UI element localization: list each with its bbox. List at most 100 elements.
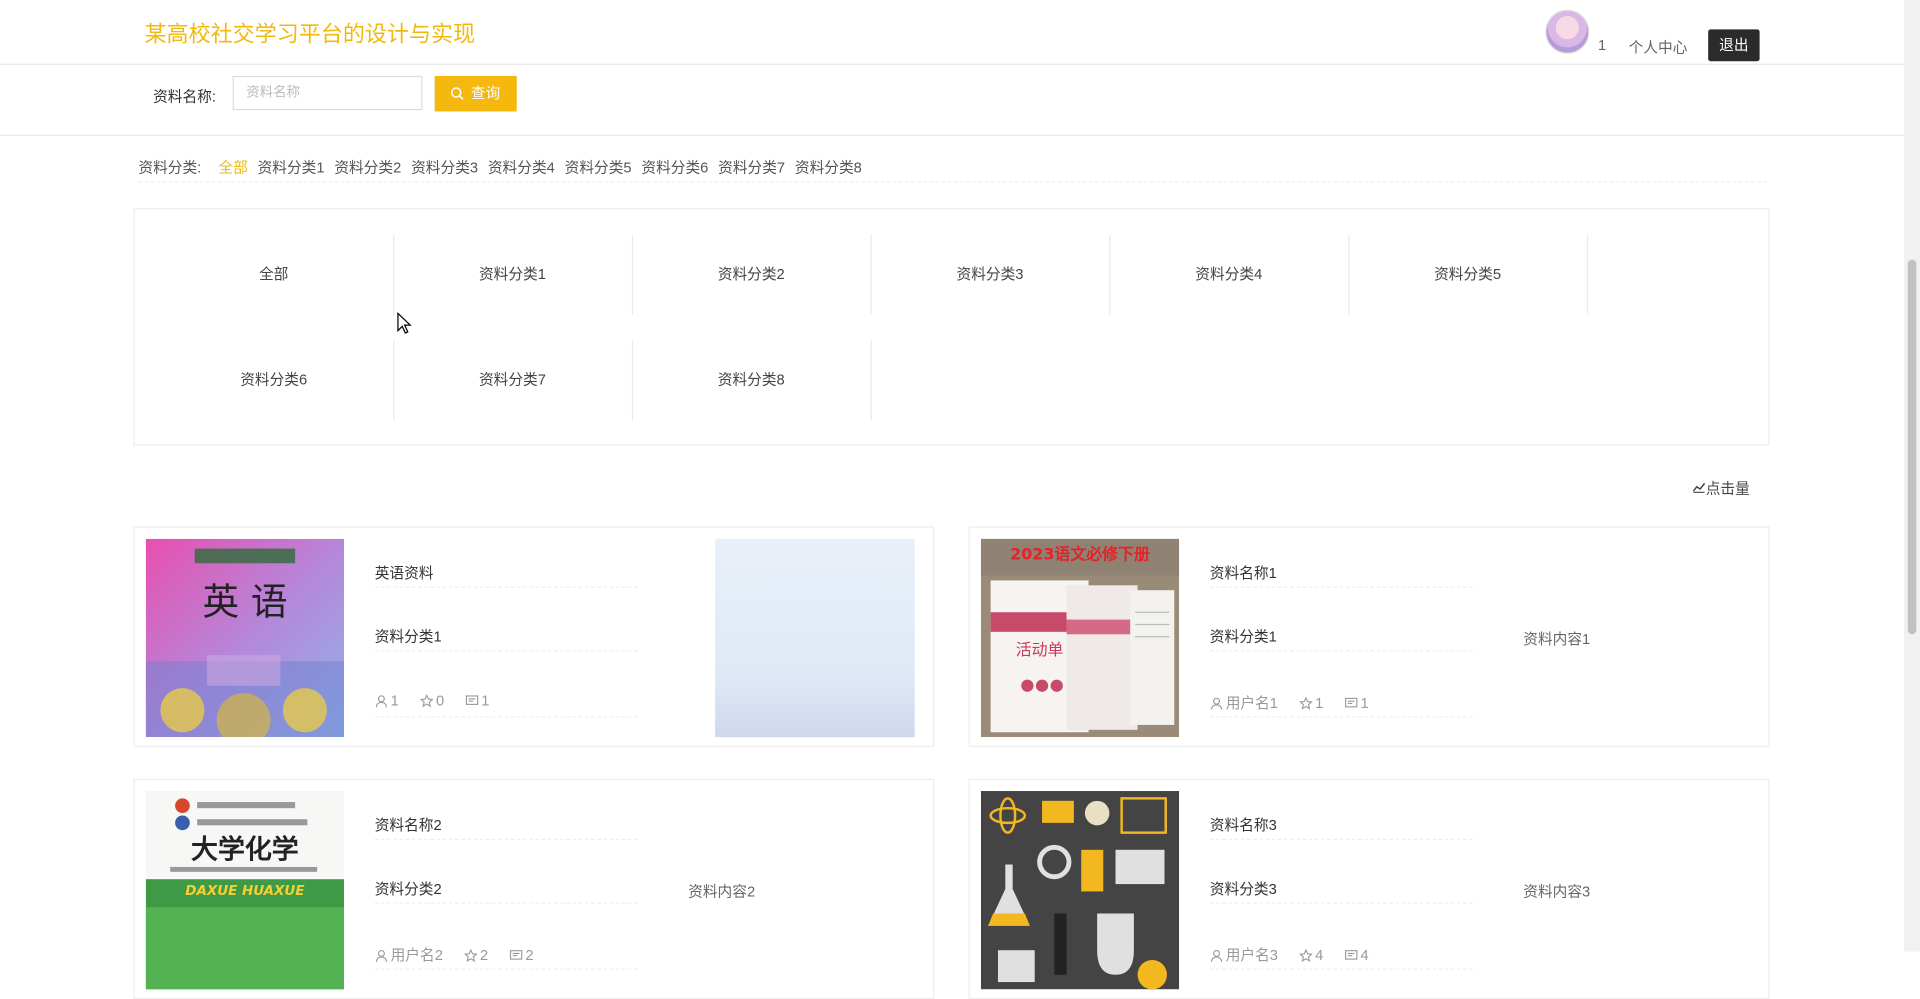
favorite-count: 1: [1315, 694, 1324, 712]
category-filter-1[interactable]: 资料分类1: [258, 159, 325, 176]
resource-card[interactable]: 资料名称3 资料分类3 用户名3 4 4 资料内容3: [968, 778, 1770, 999]
comment-count: 4: [1360, 946, 1369, 964]
avatar[interactable]: [1545, 9, 1590, 54]
resource-meta: 1 0 1: [374, 691, 638, 718]
user-center-link[interactable]: 个人中心: [1629, 37, 1688, 58]
mouse-cursor-icon: [397, 312, 412, 334]
category-filter-3[interactable]: 资料分类3: [411, 159, 478, 176]
resource-card[interactable]: 英 语 英语资料 资料分类1 1 0 1: [133, 526, 935, 747]
star-icon: [1299, 948, 1313, 963]
search-button[interactable]: 查询: [434, 75, 517, 112]
favorites: 2: [463, 946, 489, 964]
favorites: 1: [1299, 694, 1323, 711]
comment-count: 1: [481, 691, 490, 709]
author: 1: [375, 692, 399, 709]
category-tile-all[interactable]: 全部: [154, 235, 395, 315]
comments: 1: [1345, 694, 1369, 711]
author-name: 用户名1: [1225, 694, 1278, 712]
resource-name[interactable]: 资料名称2: [374, 814, 638, 841]
author: 用户名2: [375, 947, 443, 964]
resource-content: 资料内容2: [688, 882, 756, 901]
star-icon: [1299, 696, 1313, 710]
category-tile-3[interactable]: 资料分类3: [871, 235, 1111, 315]
comments: 1: [465, 692, 489, 709]
comments: 2: [509, 946, 534, 964]
author-name: 1: [390, 691, 399, 709]
resource-name[interactable]: 资料名称1: [1209, 562, 1474, 588]
favorite-count: 4: [1315, 946, 1324, 964]
favorites: 0: [419, 691, 445, 709]
category-filter-bar: 资料分类: 全部 资料分类1 资料分类2 资料分类3 资料分类4 资料分类5 资料分类6 资料分…: [138, 157, 1767, 183]
author-name: 用户名2: [390, 946, 443, 964]
resource-meta: 用户名1 1 1: [1209, 692, 1474, 718]
chemistry-book-cover[interactable]: 大学化学 DAXUE HUAXUE: [145, 791, 345, 990]
comment-icon: [465, 695, 479, 705]
comment-icon: [1345, 697, 1358, 708]
star-icon: [419, 694, 434, 708]
svg-text:DAXUE HUAXUE: DAXUE HUAXUE: [185, 884, 305, 899]
comments: 4: [1345, 947, 1369, 964]
user-icon: [375, 949, 388, 962]
resource-card[interactable]: 大学化学 DAXUE HUAXUE 资料名称2 资料分类2 用户名2 2 2 资…: [133, 778, 935, 999]
category-filter-8[interactable]: 资料分类8: [795, 159, 862, 176]
favorite-count: 0: [435, 691, 445, 709]
logout-button[interactable]: 退出: [1708, 29, 1760, 62]
category-tile-2[interactable]: 资料分类2: [632, 235, 872, 315]
category-tile-6[interactable]: 资料分类6: [154, 340, 395, 421]
comment-icon: [1345, 950, 1358, 960]
category-tile-1[interactable]: 资料分类1: [393, 235, 634, 315]
resource-category: 资料分类1: [1209, 626, 1474, 652]
resource-category: 资料分类1: [374, 626, 638, 652]
category-filter-6[interactable]: 资料分类6: [641, 159, 708, 176]
resource-category: 资料分类2: [374, 878, 638, 904]
category-grid: 全部 资料分类1 资料分类2 资料分类3 资料分类4 资料分类5 资料分类6 资…: [133, 208, 1770, 446]
category-tile-8[interactable]: 资料分类8: [632, 340, 872, 421]
user-icon: [375, 695, 388, 708]
user-icon: [1210, 949, 1223, 962]
svg-text:英 语: 英 语: [202, 581, 287, 624]
sort-by-clicks[interactable]: 点击量: [1692, 478, 1750, 499]
author: 用户名1: [1210, 694, 1278, 711]
category-tile-5[interactable]: 资料分类5: [1348, 235, 1589, 315]
category-filter-all[interactable]: 全部: [218, 159, 247, 176]
resource-content: 资料内容3: [1523, 882, 1591, 901]
page-scrollbar[interactable]: [1904, 0, 1920, 952]
user-icon: [1210, 697, 1223, 710]
resource-meta: 用户名2 2 2: [374, 944, 638, 970]
comment-icon: [510, 950, 523, 960]
scroll-thumb[interactable]: [1907, 259, 1917, 635]
category-filter-2[interactable]: 资料分类2: [334, 159, 401, 176]
resource-card[interactable]: 2023语文必修下册 活动单 资料名称1 资料分类1 用户名1 1 1 资料内容…: [968, 526, 1770, 747]
english-book-cover[interactable]: 英 语: [145, 538, 345, 738]
search-label: 资料名称:: [153, 88, 216, 106]
category-filter-5[interactable]: 资料分类5: [565, 159, 632, 176]
resource-name[interactable]: 英语资料: [374, 562, 638, 588]
category-tile-4[interactable]: 资料分类4: [1109, 235, 1350, 315]
category-filter-7[interactable]: 资料分类7: [718, 159, 785, 176]
resource-meta: 用户名3 4 4: [1209, 944, 1474, 970]
chinese-workbook-cover[interactable]: 2023语文必修下册 活动单: [980, 538, 1180, 738]
resource-content: 资料内容1: [1523, 630, 1591, 648]
science-icons-cover[interactable]: [980, 791, 1180, 990]
site-title[interactable]: 某高校社交学习平台的设计与实现: [144, 17, 475, 49]
favorite-count: 2: [480, 946, 489, 964]
top-bar: 某高校社交学习平台的设计与实现 1 个人中心 退出: [0, 0, 1905, 65]
sort-label: 点击量: [1705, 480, 1750, 498]
resource-name[interactable]: 资料名称3: [1209, 814, 1474, 841]
svg-text:2023语文必修下册: 2023语文必修下册: [1010, 545, 1150, 564]
star-icon: [463, 948, 478, 963]
search-input[interactable]: 资料名称: [232, 75, 423, 111]
comment-count: 2: [525, 946, 534, 964]
chart-icon: [1692, 482, 1706, 493]
search-row: 资料名称: 资料名称 查询: [0, 65, 1905, 136]
search-button-label: 查询: [470, 84, 501, 102]
svg-text:大学化学: 大学化学: [191, 833, 299, 865]
author-name: 用户名3: [1225, 946, 1278, 964]
page: 某高校社交学习平台的设计与实现 1 个人中心 退出 资料名称: 资料名称 查询 …: [0, 0, 1920, 999]
category-label: 资料分类:: [138, 159, 202, 177]
category-tile-7[interactable]: 资料分类7: [393, 340, 634, 421]
author: 用户名3: [1210, 947, 1278, 964]
resource-preview-image: [715, 538, 915, 738]
username-label: 1: [1597, 36, 1607, 54]
category-filter-4[interactable]: 资料分类4: [488, 159, 555, 176]
